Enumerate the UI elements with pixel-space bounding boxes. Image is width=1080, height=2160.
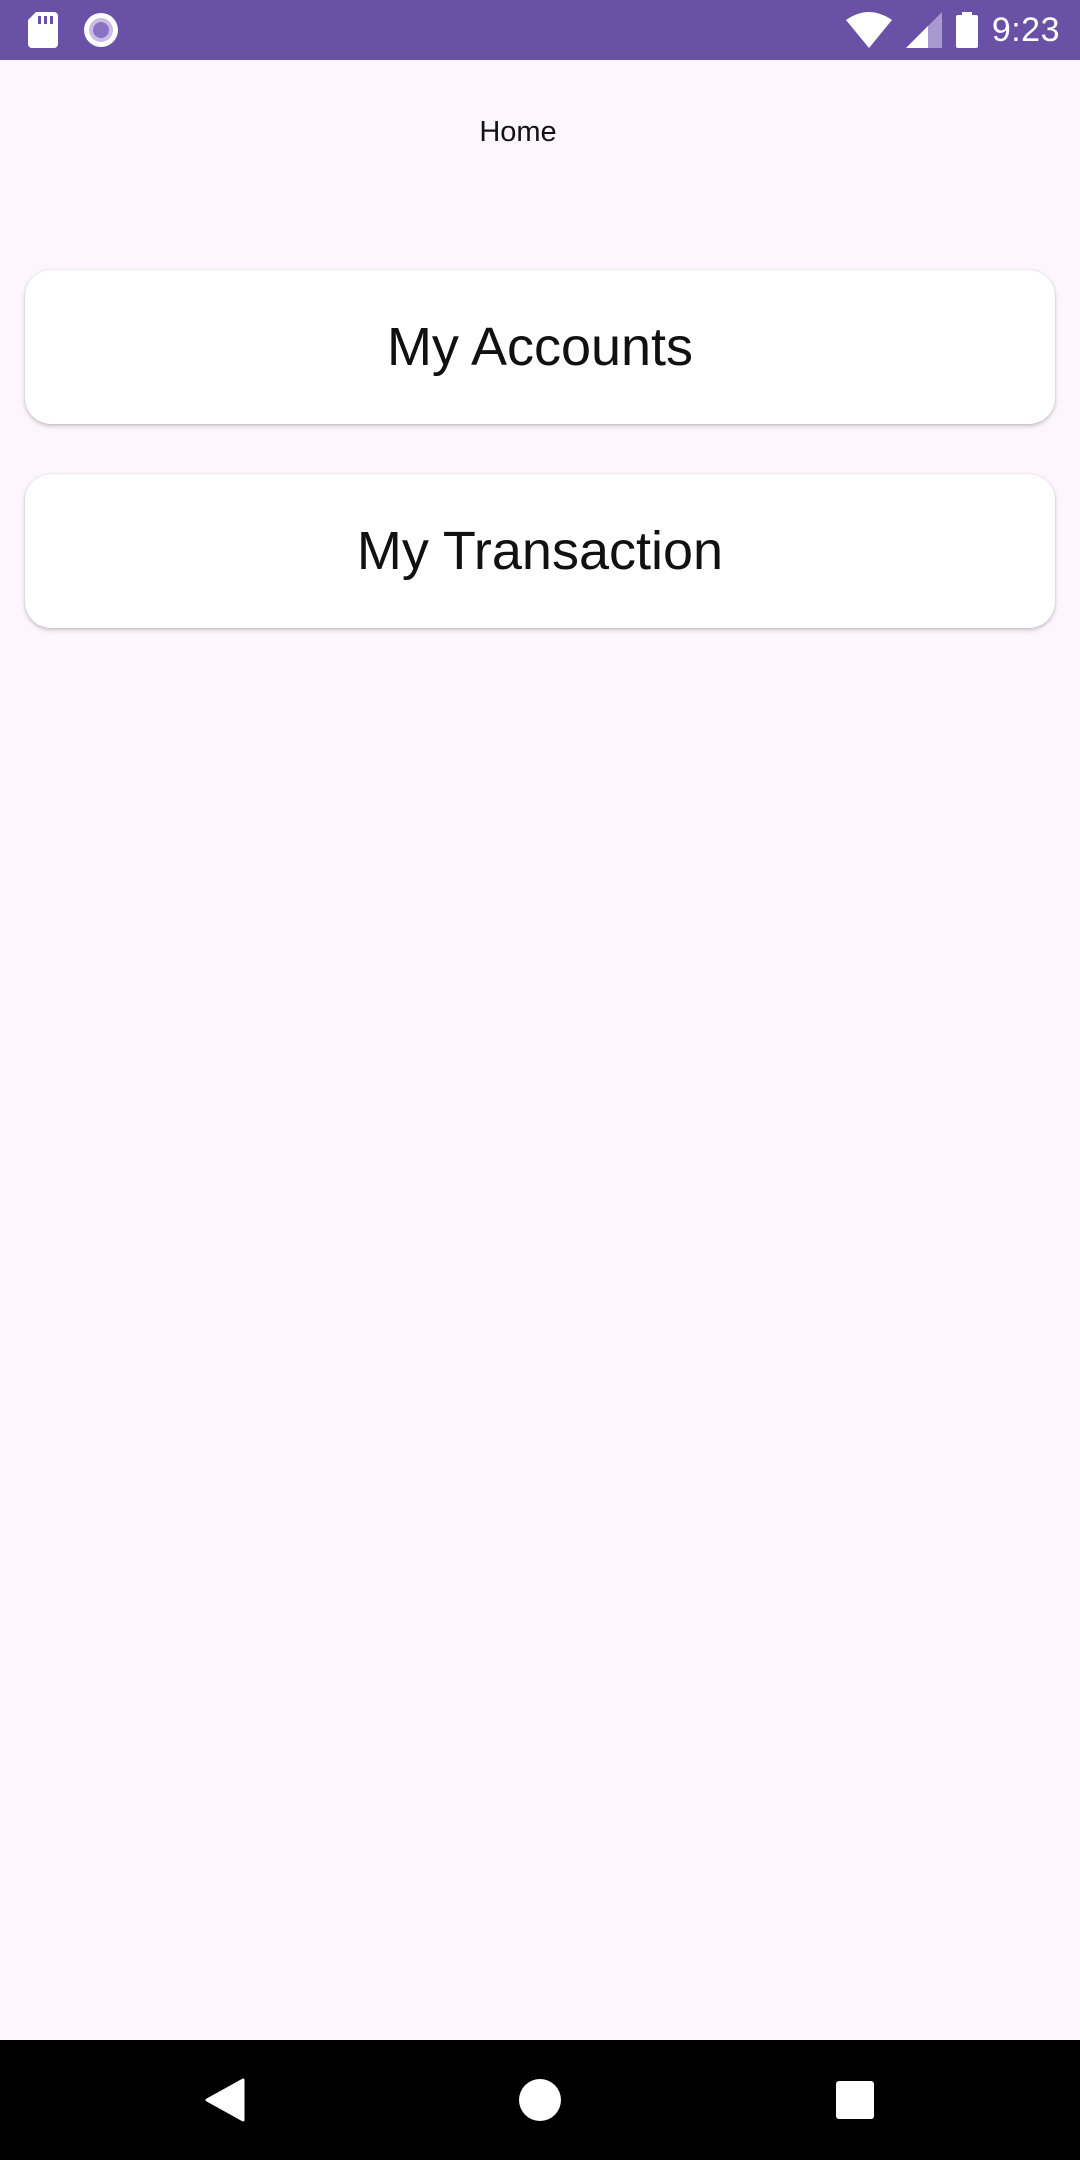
home-icon bbox=[518, 2078, 562, 2122]
my-transaction-button[interactable]: My Transaction bbox=[25, 474, 1055, 628]
wifi-icon bbox=[845, 12, 892, 48]
my-accounts-label: My Accounts bbox=[386, 317, 694, 377]
my-accounts-button[interactable]: My Accounts bbox=[25, 270, 1055, 424]
cell-signal-icon bbox=[905, 12, 942, 48]
status-time: 9:23 bbox=[991, 10, 1060, 49]
record-circle-icon bbox=[82, 11, 120, 49]
back-button[interactable] bbox=[185, 2060, 265, 2140]
navigation-bar bbox=[0, 2040, 1080, 2160]
status-bar: 9:23 bbox=[0, 0, 1080, 60]
back-icon bbox=[205, 2078, 245, 2122]
recents-icon bbox=[835, 2080, 875, 2120]
sd-card-icon bbox=[28, 12, 58, 48]
home-button[interactable] bbox=[500, 2060, 580, 2140]
battery-icon bbox=[955, 12, 978, 48]
recents-button[interactable] bbox=[815, 2060, 895, 2140]
status-right-icons: 9:23 bbox=[845, 8, 1060, 52]
status-left-icons bbox=[28, 10, 120, 50]
page-title: Home bbox=[479, 116, 557, 148]
my-transaction-label: My Transaction bbox=[356, 521, 724, 581]
